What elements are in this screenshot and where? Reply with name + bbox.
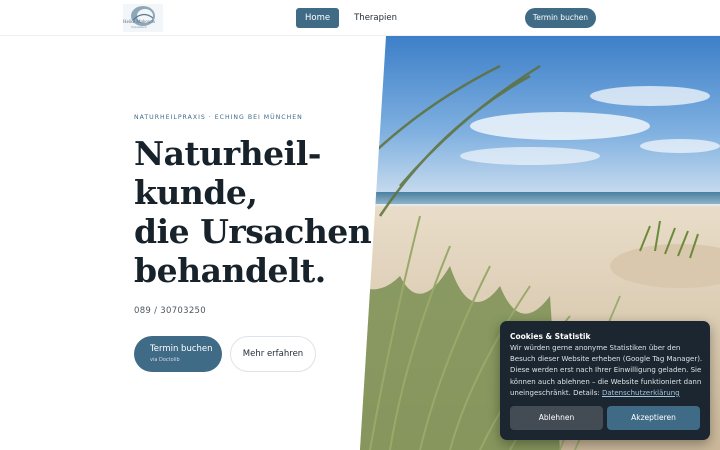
headline-line-1: Naturheil- [134,134,321,173]
book-appointment-button[interactable]: Termin buchen via Doctolib [134,336,222,372]
logo-text: Heike Mahoutis [123,20,156,25]
cookie-decline-button[interactable]: Ablehnen [510,406,603,430]
main-nav: Home Therapien [296,8,406,28]
nav-item-therapien[interactable]: Therapien [345,8,406,28]
header-book-appointment-button[interactable]: Termin buchen [525,8,596,28]
privacy-policy-link[interactable]: Datenschutzerklärung [602,389,680,397]
phone-number[interactable]: 089 / 30703250 [134,306,206,316]
headline-line-4: behandelt. [134,251,326,290]
cookie-banner-title: Cookies & Statistik [510,332,591,341]
logo-subtitle: Heilpraktikerin [131,26,147,29]
learn-more-button[interactable]: Mehr erfahren [230,336,316,372]
site-header: Heike Mahoutis Heilpraktikerin Home Ther… [0,0,720,36]
cookie-banner-text: Wir würden gerne anonyme Statistiken übe… [510,343,704,399]
hero-headline: Naturheil- kunde, die Ursachen behandelt… [134,134,374,290]
cookie-accept-button[interactable]: Akzeptieren [607,406,700,430]
book-appointment-label: Termin buchen [150,344,213,354]
cookie-banner: Cookies & Statistik Wir würden gerne ano… [500,321,710,440]
headline-line-3: die Ursachen [134,212,372,251]
headline-line-2: kunde, [134,173,258,212]
hero-eyebrow: NATURHEILPRAXIS · ECHING BEI MÜNCHEN [134,114,303,121]
book-appointment-sublabel: via Doctolib [150,357,180,363]
nav-item-home[interactable]: Home [296,8,340,28]
